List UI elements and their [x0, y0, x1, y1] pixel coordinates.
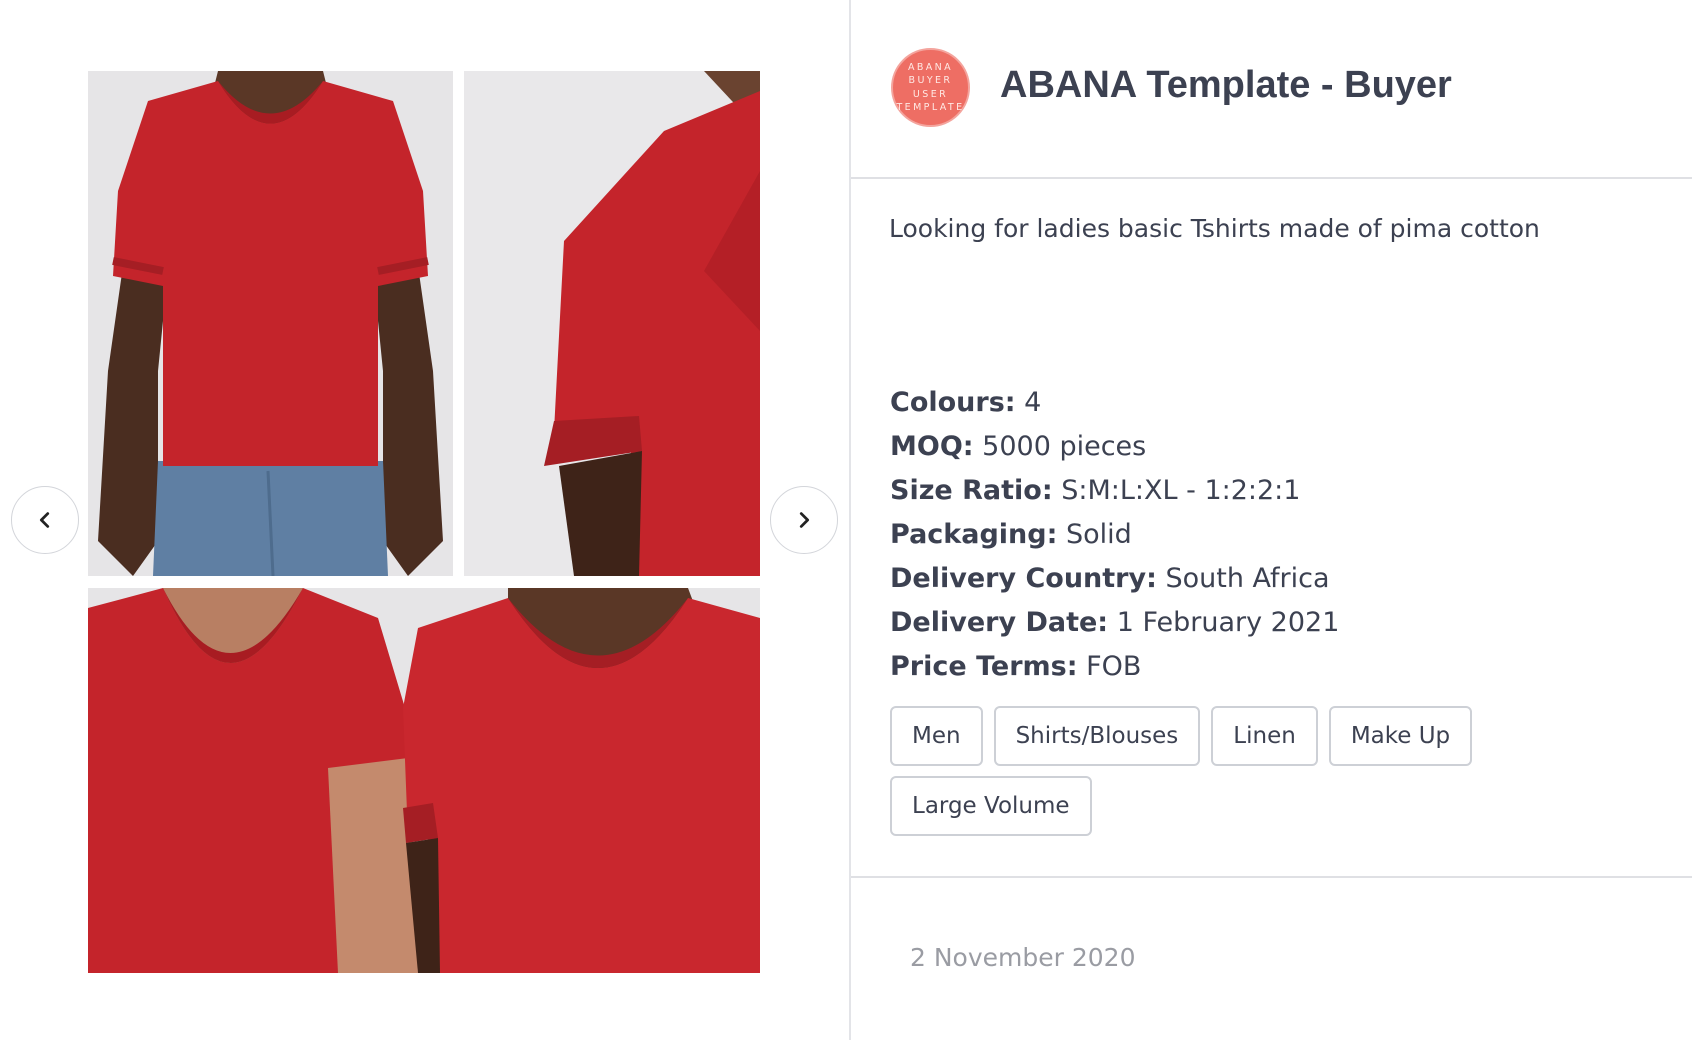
spec-size-ratio: Size Ratio: S:M:L:XL - 1:2:2:1	[890, 469, 1670, 513]
tshirt-pair-image	[88, 588, 760, 973]
tag-large-volume[interactable]: Large Volume	[890, 776, 1092, 836]
avatar-text-line: TEMPLATE	[896, 102, 965, 113]
spec-key: MOQ:	[890, 431, 974, 462]
spec-value: 4	[1015, 387, 1042, 418]
spec-value: S:M:L:XL - 1:2:2:1	[1052, 475, 1301, 506]
tag-list: Men Shirts/Blouses Linen Make Up Large V…	[890, 706, 1590, 836]
spec-key: Price Terms:	[890, 651, 1078, 682]
spec-key: Packaging:	[890, 519, 1058, 550]
spec-value: 1 February 2021	[1108, 607, 1340, 638]
post-description: Looking for ladies basic Tshirts made of…	[889, 214, 1540, 243]
spec-value: South Africa	[1156, 563, 1330, 594]
spec-moq: MOQ: 5000 pieces	[890, 425, 1670, 469]
spec-delivery-country: Delivery Country: South Africa	[890, 557, 1670, 601]
tshirt-sleeve-image	[464, 71, 760, 576]
product-photo-1[interactable]	[88, 71, 453, 576]
post-author-title[interactable]: ABANA Template - Buyer	[1000, 64, 1452, 107]
spec-delivery-date: Delivery Date: 1 February 2021	[890, 601, 1670, 645]
spec-key: Colours:	[890, 387, 1016, 418]
spec-value: 5000 pieces	[973, 431, 1147, 462]
chevron-left-icon	[39, 512, 50, 528]
image-gallery	[0, 0, 849, 1040]
post-header: ABANA BUYER USER TEMPLATE ABANA Template…	[851, 0, 1692, 179]
spec-key: Delivery Date:	[890, 607, 1109, 638]
previous-image-button[interactable]	[11, 486, 79, 554]
spec-colours: Colours: 4	[890, 381, 1670, 425]
product-photo-2[interactable]	[464, 71, 760, 576]
tag-linen[interactable]: Linen	[1211, 706, 1318, 766]
next-image-button[interactable]	[770, 486, 838, 554]
spec-list: Colours: 4 MOQ: 5000 pieces Size Ratio: …	[890, 381, 1670, 689]
tag-make-up[interactable]: Make Up	[1328, 706, 1473, 766]
post-date: 2 November 2020	[910, 943, 1136, 972]
section-divider	[851, 876, 1692, 878]
spec-price-terms: Price Terms: FOB	[890, 645, 1670, 689]
chevron-right-icon	[799, 512, 810, 528]
spec-key: Delivery Country:	[890, 563, 1157, 594]
avatar-text-line: ABANA	[907, 61, 954, 73]
tag-shirts-blouses[interactable]: Shirts/Blouses	[993, 706, 1201, 766]
spec-packaging: Packaging: Solid	[890, 513, 1670, 557]
tshirt-front-image	[88, 71, 453, 576]
spec-value: Solid	[1057, 519, 1132, 550]
product-photo-3[interactable]	[88, 588, 760, 973]
avatar-text-line: USER	[912, 88, 949, 100]
spec-key: Size Ratio:	[890, 475, 1053, 506]
tag-men[interactable]: Men	[890, 706, 983, 766]
avatar[interactable]: ABANA BUYER USER TEMPLATE	[891, 48, 970, 127]
spec-value: FOB	[1077, 651, 1142, 682]
post-detail-panel: ABANA BUYER USER TEMPLATE ABANA Template…	[851, 0, 1692, 1040]
avatar-text-line: BUYER	[908, 75, 953, 86]
